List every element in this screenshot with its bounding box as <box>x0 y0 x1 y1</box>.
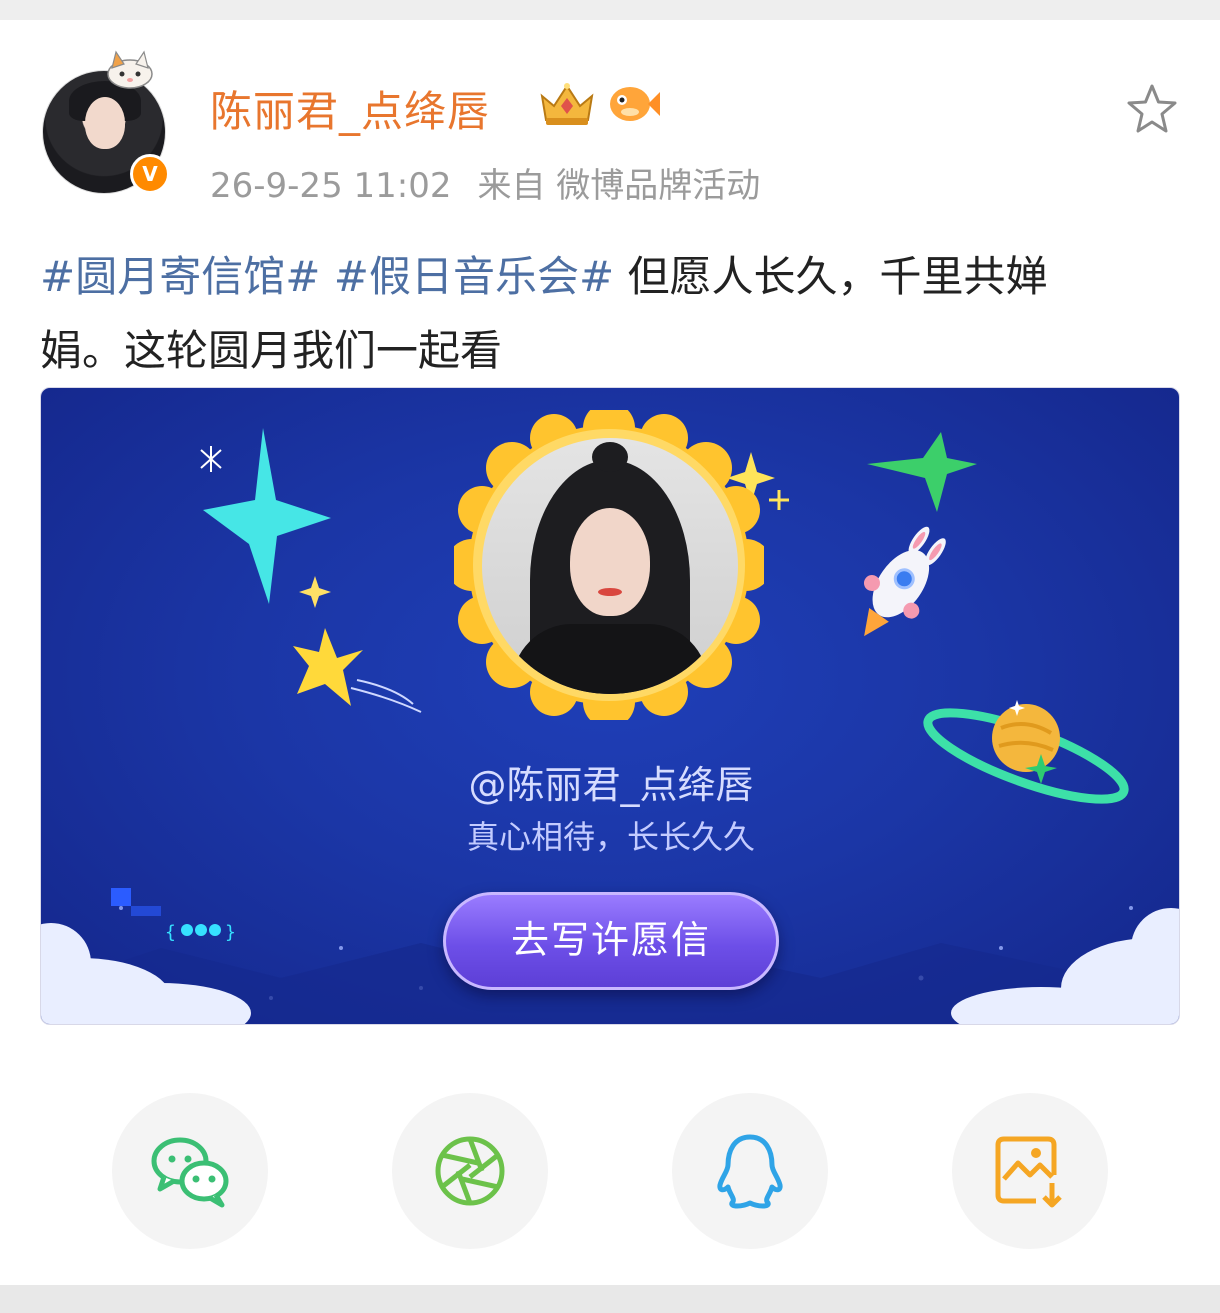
cat-avatar-pendant-icon <box>107 50 153 89</box>
write-wish-letter-button[interactable]: 去写许愿信 <box>443 892 779 990</box>
save-image-button[interactable] <box>952 1093 1108 1249</box>
wechat-icon <box>151 1137 229 1208</box>
svg-text:}: } <box>225 922 236 943</box>
post-timestamp: 26-9-25 11:02 <box>210 166 452 206</box>
hashtag-link[interactable]: #圆月寄信馆# <box>40 252 320 301</box>
author-avatar[interactable]: V <box>42 50 170 194</box>
verified-badge-icon: V <box>130 154 170 194</box>
banner-slogan: 真心相待，长长久久 <box>466 818 755 856</box>
share-moments-button[interactable] <box>392 1093 548 1249</box>
post-text-line2: 娟。这轮圆月我们一起看 <box>40 326 503 375</box>
post-meta: 26-9-25 11:02 来自 微博品牌活动 <box>210 158 786 207</box>
favorite-star-icon[interactable] <box>1124 82 1180 138</box>
svg-text:{: { <box>165 922 176 943</box>
crown-member-icon <box>540 83 594 125</box>
campaign-portrait-photo <box>482 438 738 694</box>
share-wechat-button[interactable] <box>112 1093 268 1249</box>
banner-handle: @陈丽君_点绛唇 <box>468 763 754 807</box>
bottom-bar <box>0 1285 1220 1313</box>
moments-aperture-icon <box>435 1136 505 1206</box>
pufferfish-badge-icon <box>610 87 660 121</box>
campaign-banner[interactable]: { } @陈丽君_点绛唇 真心相待，长长久久 去写许愿信 <box>40 387 1180 1025</box>
save-image-icon <box>995 1136 1062 1208</box>
hashtag-link[interactable]: #假日音乐会# <box>334 252 614 301</box>
status-strip <box>0 0 1220 20</box>
author-name[interactable]: 陈丽君_点绛唇 <box>210 78 490 139</box>
share-qq-button[interactable] <box>672 1093 828 1249</box>
post-body: #圆月寄信馆# #假日音乐会# 但愿人长久，千里共婵 娟。这轮圆月我们一起看 <box>40 240 1190 388</box>
post-source[interactable]: 来自 微博品牌活动 <box>478 166 761 206</box>
post-text-line1: 但愿人长久，千里共婵 <box>614 252 1048 301</box>
qq-penguin-icon <box>717 1134 783 1209</box>
